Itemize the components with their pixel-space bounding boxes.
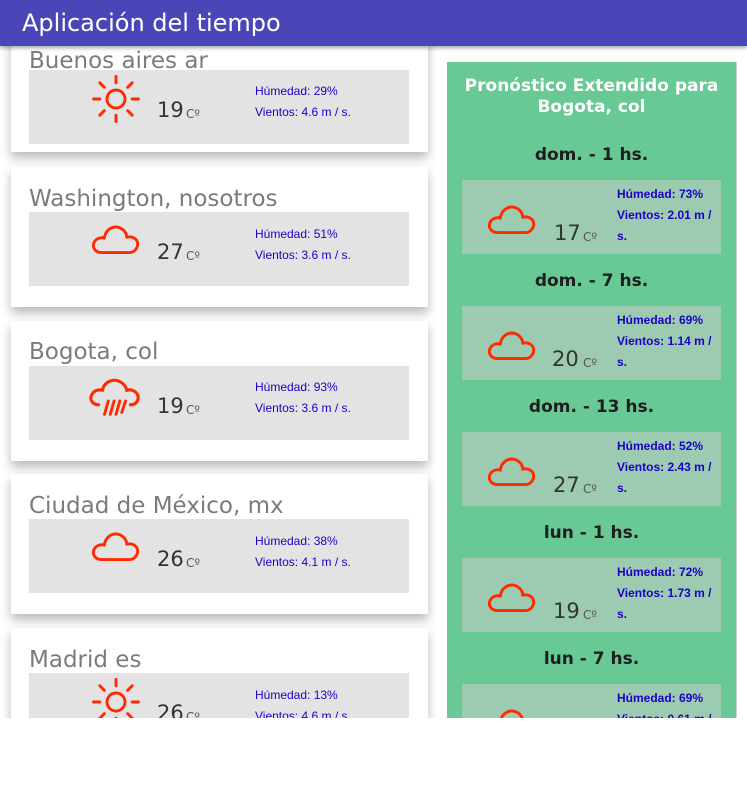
weather-info: Húmedad: 72% Vientos: 1.73 m / s. xyxy=(617,562,723,625)
weather-info: Húmedad: 51% Vientos: 3.6 m / s. xyxy=(255,224,351,266)
wind-text: Vientos: 4.6 m / s. xyxy=(255,709,351,718)
city-card-ciudad-de-mexico[interactable]: Ciudad de México, mx 26 Cº Húmedad: 38% … xyxy=(11,474,428,614)
forecast-item: 27 Cº Húmedad: 52% Vientos: 2.43 m / s. xyxy=(462,432,721,506)
forecast-time: dom. - 13 hs. xyxy=(528,397,655,417)
humidity-text: Húmedad: 72% xyxy=(617,565,704,579)
extended-forecast-panel[interactable]: Pronóstico Extendido para Bogota, col do… xyxy=(447,62,736,733)
weather-info: Húmedad: 52% Vientos: 2.43 m / s. xyxy=(617,436,723,499)
forecast-item: 19 Cº Húmedad: 72% Vientos: 1.73 m / s. xyxy=(462,558,721,632)
app-bar: Aplicación del tiempo xyxy=(0,0,747,46)
temperature-unit: Cº xyxy=(186,249,201,263)
city-card-buenos-aires[interactable]: Buenos aires ar 19 Cº Húmedad: 29% Vient… xyxy=(11,46,428,152)
temperature: 19 xyxy=(553,599,580,623)
city-list[interactable]: Buenos aires ar 19 Cº Húmedad: 29% Vient… xyxy=(0,46,436,718)
city-name: Washington, nosotros xyxy=(29,186,278,212)
cloud-icon xyxy=(485,328,539,364)
temperature-unit: Cº xyxy=(583,356,598,370)
forecast-time: dom. - 7 hs. xyxy=(534,271,649,291)
city-card-bogota[interactable]: Bogota, col 19 Cº Húmedad: 93% Vientos: … xyxy=(11,321,428,461)
temperature-unit: Cº xyxy=(583,608,598,622)
weather-box: 26 Cº Húmedad: 13% Vientos: 4.6 m / s. xyxy=(29,673,409,718)
wind-text: Vientos: 4.6 m / s. xyxy=(255,105,351,119)
page-bottom-area xyxy=(0,718,747,787)
wind-text: Vientos: 3.6 m / s. xyxy=(255,401,351,415)
temperature: 26 xyxy=(157,547,184,571)
humidity-text: Húmedad: 52% xyxy=(617,439,704,453)
temperature-unit: Cº xyxy=(186,107,201,121)
forecast-item: 17 Cº Húmedad: 73% Vientos: 2.01 m / s. xyxy=(462,180,721,254)
humidity-text: Húmedad: 13% xyxy=(255,688,338,702)
humidity-text: Húmedad: 69% xyxy=(617,691,704,705)
wind-text: Vientos: 1.73 m / s. xyxy=(617,586,712,621)
app-title: Aplicación del tiempo xyxy=(22,9,281,37)
temperature: 19 xyxy=(157,98,184,122)
wind-text: Vientos: 4.1 m / s. xyxy=(255,555,351,569)
sun-icon xyxy=(89,675,143,718)
temperature-unit: Cº xyxy=(186,710,201,718)
humidity-text: Húmedad: 93% xyxy=(255,380,338,394)
humidity-text: Húmedad: 51% xyxy=(255,227,338,241)
temperature: 26 xyxy=(157,701,184,718)
temperature: 27 xyxy=(553,473,580,497)
scrollbar-track[interactable] xyxy=(736,62,737,733)
cloud-icon xyxy=(485,454,539,490)
weather-info: Húmedad: 38% Vientos: 4.1 m / s. xyxy=(255,531,351,573)
temperature: 20 xyxy=(552,347,579,371)
weather-info: Húmedad: 73% Vientos: 2.01 m / s. xyxy=(617,184,723,247)
temperature-unit: Cº xyxy=(583,482,598,496)
humidity-text: Húmedad: 38% xyxy=(255,534,338,548)
temperature: 19 xyxy=(157,394,184,418)
city-card-madrid[interactable]: Madrid es 26 Cº Húmedad: 13% Vientos: 4.… xyxy=(11,628,428,718)
city-name: Madrid es xyxy=(29,647,142,673)
temperature-unit: Cº xyxy=(186,403,201,417)
temperature: 17 xyxy=(554,221,581,245)
forecast-item: 20 Cº Húmedad: 69% Vientos: 1.14 m / s. xyxy=(462,306,721,380)
forecast-time: lun - 7 hs. xyxy=(543,649,640,669)
wind-text: Vientos: 1.14 m / s. xyxy=(617,334,712,369)
humidity-text: Húmedad: 29% xyxy=(255,84,338,98)
city-name: Bogota, col xyxy=(29,339,159,365)
humidity-text: Húmedad: 69% xyxy=(617,313,704,327)
weather-info: Húmedad: 69% Vientos: 1.14 m / s. xyxy=(617,310,723,373)
city-card-washington[interactable]: Washington, nosotros 27 Cº Húmedad: 51% … xyxy=(11,167,428,307)
temperature: 27 xyxy=(157,240,184,264)
forecast-time: dom. - 1 hs. xyxy=(534,145,649,165)
humidity-text: Húmedad: 73% xyxy=(617,187,704,201)
cloud-icon xyxy=(485,580,539,616)
weather-info: Húmedad: 93% Vientos: 3.6 m / s. xyxy=(255,377,351,419)
weather-box: 19 Cº Húmedad: 93% Vientos: 3.6 m / s. xyxy=(29,366,409,440)
temperature-unit: Cº xyxy=(583,230,598,244)
forecast-time: lun - 1 hs. xyxy=(543,523,640,543)
wind-text: Vientos: 3.6 m / s. xyxy=(255,248,351,262)
weather-info: Húmedad: 13% Vientos: 4.6 m / s. xyxy=(255,685,351,718)
forecast-title: Pronóstico Extendido para Bogota, col xyxy=(464,76,719,117)
city-name: Ciudad de México, mx xyxy=(29,493,284,519)
sun-icon xyxy=(89,72,143,126)
weather-box: 19 Cº Húmedad: 29% Vientos: 4.6 m / s. xyxy=(29,70,409,144)
weather-box: 27 Cº Húmedad: 51% Vientos: 3.6 m / s. xyxy=(29,212,409,286)
wind-text: Vientos: 2.43 m / s. xyxy=(617,460,712,495)
rain-icon xyxy=(87,376,145,424)
weather-info: Húmedad: 29% Vientos: 4.6 m / s. xyxy=(255,81,351,123)
temperature-unit: Cº xyxy=(186,556,201,570)
weather-box: 26 Cº Húmedad: 38% Vientos: 4.1 m / s. xyxy=(29,519,409,593)
wind-text: Vientos: 2.01 m / s. xyxy=(617,208,712,243)
cloud-icon xyxy=(89,529,143,565)
cloud-icon xyxy=(485,202,539,238)
cloud-icon xyxy=(89,222,143,258)
